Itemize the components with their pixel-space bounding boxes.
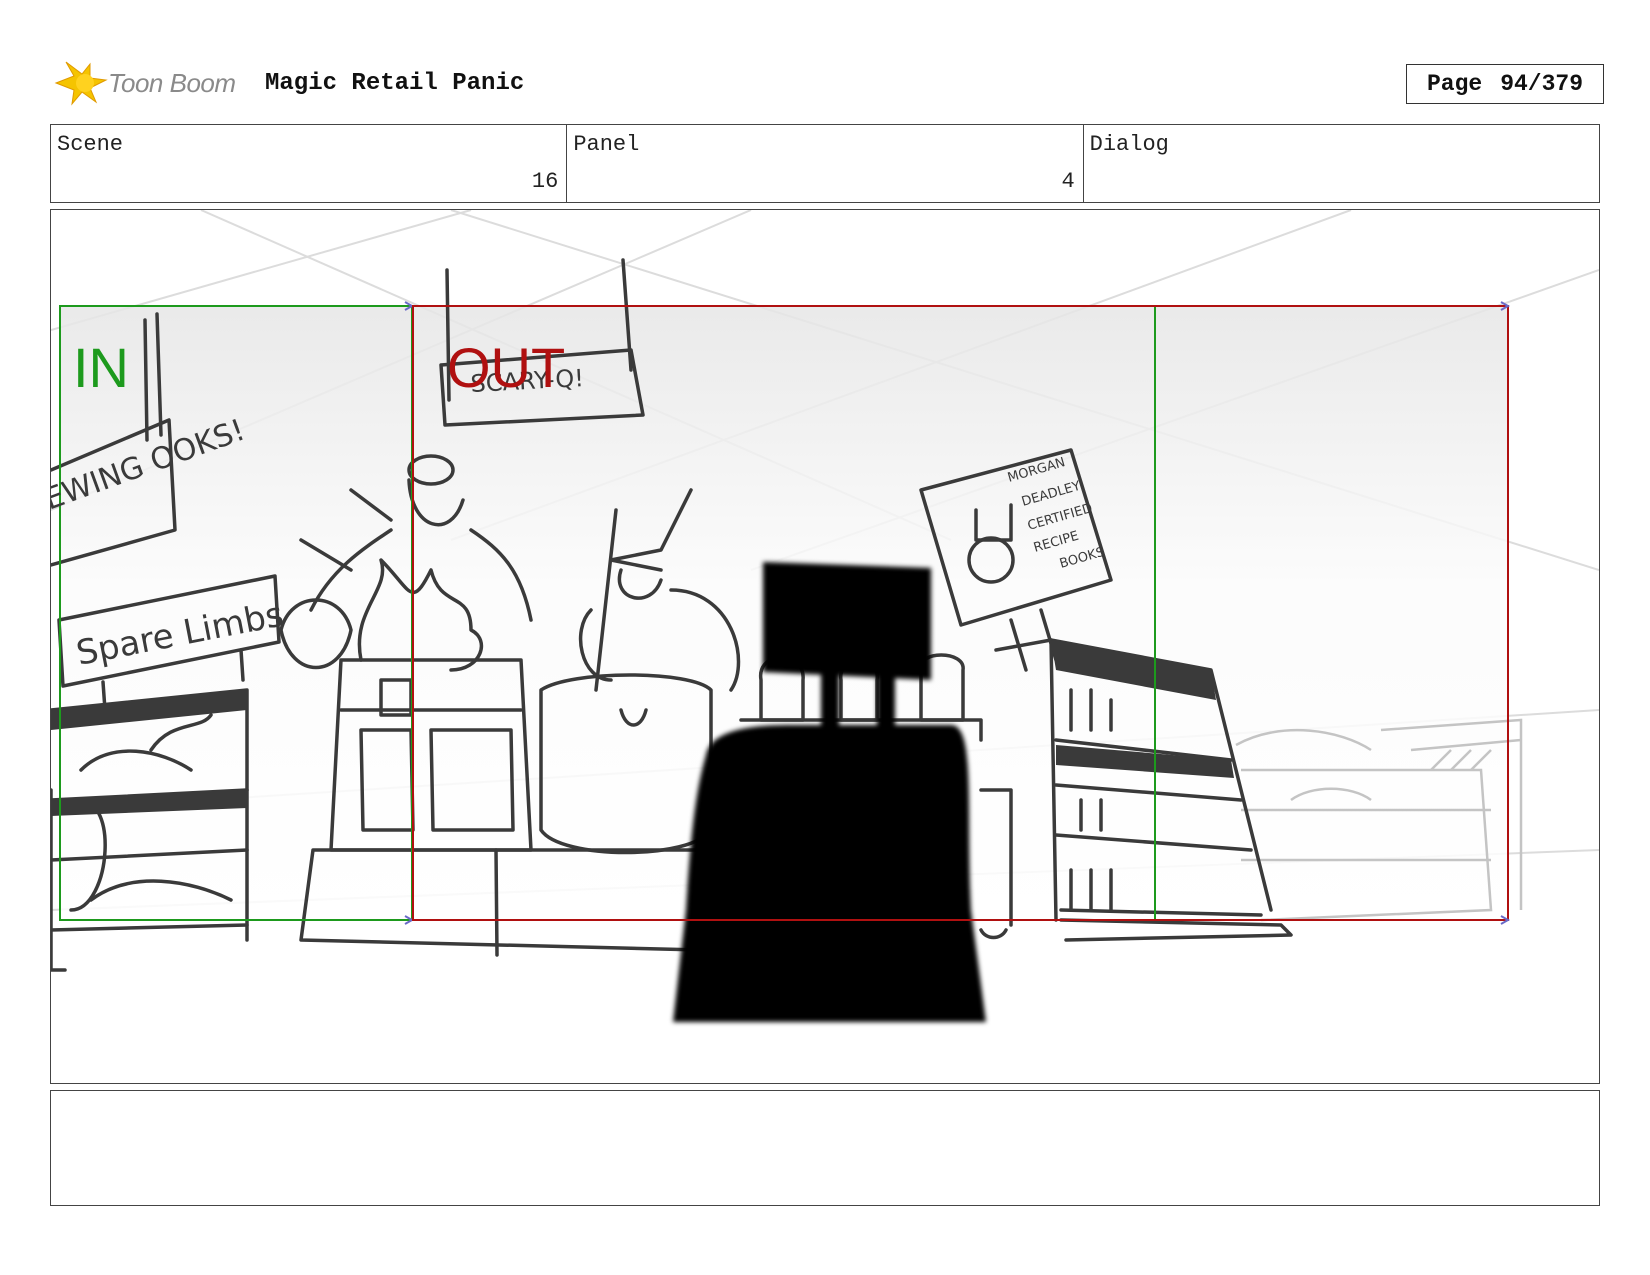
panel-sketch: SCARY-Q! Spare Limbs EWING OOKS! MORGAN … xyxy=(51,210,1599,1022)
scene-value: 16 xyxy=(531,169,559,194)
page-label: Page xyxy=(1426,71,1483,97)
in-frame-label: IN xyxy=(73,336,129,399)
scene-label: Scene xyxy=(57,132,124,157)
panel-cell: Panel 4 xyxy=(567,125,1084,202)
dialog-cell: Dialog xyxy=(1084,125,1599,202)
storyboard-header: Toon Boom Magic Retail Panic Page 94/379 xyxy=(52,58,1604,108)
project-title: Magic Retail Panic xyxy=(265,70,525,97)
panel-value: 4 xyxy=(1061,169,1075,194)
toon-boom-logo: Toon Boom xyxy=(52,58,252,108)
scene-info-table: Scene 16 Panel 4 Dialog xyxy=(50,124,1600,203)
storyboard-panel: SCARY-Q! Spare Limbs EWING OOKS! MORGAN … xyxy=(50,209,1600,1084)
scene-cell: Scene 16 xyxy=(51,125,568,202)
panel-label: Panel xyxy=(573,132,640,157)
burst-icon xyxy=(54,61,108,106)
page-indicator: Page 94/379 xyxy=(1406,64,1604,104)
panel-notes-box xyxy=(50,1090,1600,1206)
logo-text: Toon Boom xyxy=(108,68,236,98)
out-frame-label: OUT xyxy=(447,336,566,399)
page-number: 94/379 xyxy=(1500,71,1584,97)
dialog-label: Dialog xyxy=(1089,132,1169,157)
